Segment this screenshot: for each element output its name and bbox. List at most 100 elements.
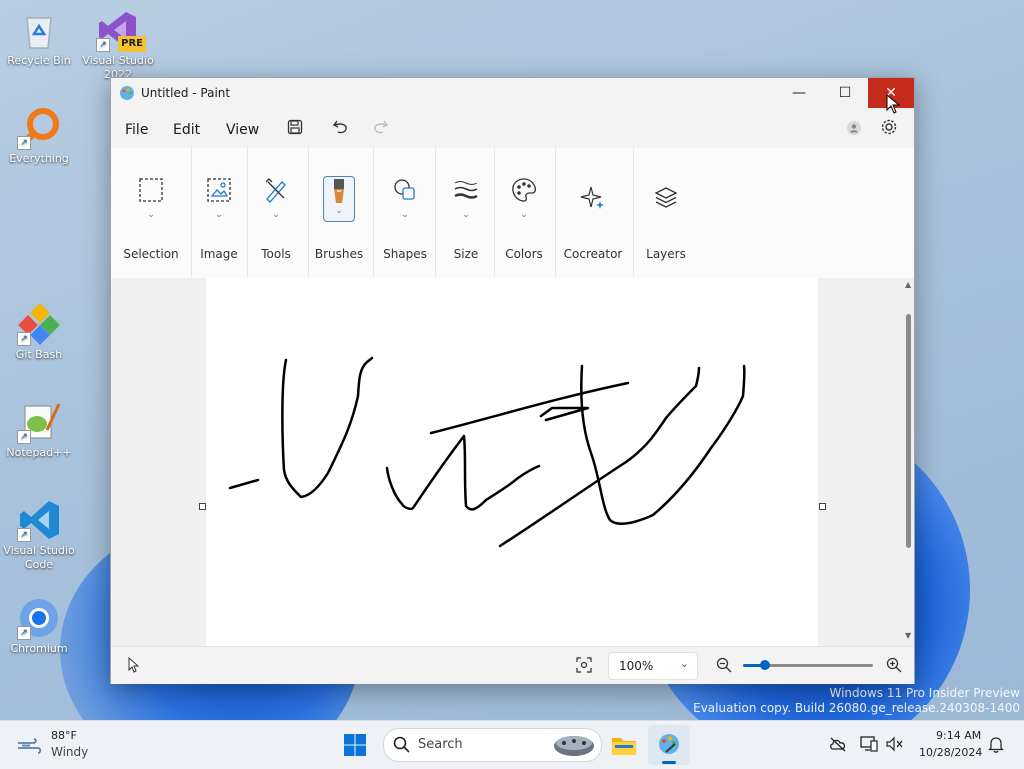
chevron-down-icon: ⌄ — [462, 210, 470, 220]
maximize-button[interactable]: ☐ — [822, 78, 868, 108]
vertical-scrollbar[interactable]: ▲ ▼ — [903, 278, 914, 646]
menu-bar: File Edit View — [111, 108, 914, 148]
weather-widget[interactable]: 88°F Windy — [14, 729, 114, 761]
drawing-canvas[interactable] — [206, 278, 818, 646]
search-placeholder: Search — [418, 737, 463, 752]
stroke-size-icon — [452, 176, 480, 204]
visual-studio-icon: ↗ PRE — [96, 8, 146, 52]
file-explorer-icon[interactable] — [611, 733, 637, 760]
pointer-icon — [127, 656, 140, 676]
desktop-icon-notepadpp[interactable]: ↗ Notepad++ — [1, 400, 77, 460]
ribbon-group-image[interactable]: ⌄ Image — [193, 148, 245, 278]
everything-search-icon: ↗ — [17, 106, 61, 150]
redo-icon[interactable] — [371, 118, 389, 139]
start-windows-icon[interactable] — [343, 733, 367, 760]
cocreator-sparkle-icon — [579, 184, 607, 212]
ribbon-group-brushes[interactable]: ⌄ Brushes — [311, 148, 367, 278]
tools-pencil-icon — [262, 176, 290, 204]
chevron-down-icon: ⌄ — [401, 210, 409, 220]
ribbon-group-selection[interactable]: ⌄ Selection — [119, 148, 183, 278]
chevron-down-icon: ⌄ — [272, 210, 280, 220]
ribbon-label: Layers — [646, 247, 686, 261]
zoom-in-icon[interactable] — [886, 657, 902, 676]
git-bash-icon: ↗ — [17, 302, 61, 346]
ribbon-label: Size — [453, 247, 479, 261]
ribbon-label: Tools — [261, 247, 291, 261]
ribbon-label: Selection — [123, 247, 179, 261]
recycle-bin-icon — [17, 8, 61, 52]
scribble-strokes — [228, 356, 746, 548]
account-icon[interactable] — [846, 120, 862, 139]
brush-selected-indicator: ⌄ — [323, 176, 355, 222]
chromium-icon: ↗ — [17, 596, 61, 640]
shortcut-arrow-icon: ↗ — [17, 332, 31, 346]
ribbon-group-tools[interactable]: ⌄ Tools — [251, 148, 301, 278]
network-cloud-icon[interactable] — [829, 736, 847, 755]
ribbon-label: Colors — [505, 247, 543, 261]
settings-gear-icon[interactable] — [880, 118, 898, 139]
notification-bell-icon[interactable] — [988, 736, 1004, 756]
notepadpp-icon: ↗ — [17, 400, 61, 444]
desktop-icon-everything[interactable]: ↗ Everything — [1, 106, 77, 166]
ribbon-divider — [494, 148, 495, 276]
zoom-slider[interactable] — [743, 660, 873, 670]
title-bar[interactable]: Untitled - Paint — ☐ ✕ — [111, 78, 914, 108]
scroll-down-arrow-icon[interactable]: ▼ — [905, 631, 911, 640]
search-highlight-icon — [552, 732, 596, 761]
watermark-line-1: Windows 11 Pro Insider Preview — [829, 686, 1020, 700]
zoom-dropdown[interactable]: 100% ⌄ — [608, 652, 698, 680]
shortcut-arrow-icon: ↗ — [17, 430, 31, 444]
taskbar-paint-button[interactable] — [648, 725, 690, 765]
weather-temp: 88°F — [51, 729, 77, 742]
desktop-icon-chromium[interactable]: ↗ Chromium — [1, 596, 77, 656]
ribbon-group-layers[interactable]: Layers — [637, 148, 695, 278]
display-icon[interactable] — [860, 735, 878, 756]
menu-edit[interactable]: Edit — [173, 122, 200, 138]
colors-palette-icon — [510, 176, 538, 204]
desktop-icon-label: Chromium — [10, 642, 68, 655]
ribbon-divider — [555, 148, 556, 276]
watermark-line-2: Evaluation copy. Build 26080.ge_release.… — [693, 701, 1020, 715]
ribbon-group-colors[interactable]: ⌄ Colors — [497, 148, 551, 278]
status-bar: 100% ⌄ — [111, 646, 914, 684]
ribbon-divider — [308, 148, 309, 276]
desktop-icon-label: Notepad++ — [6, 446, 72, 459]
fit-to-window-icon[interactable] — [576, 657, 592, 676]
desktop-icon-git-bash[interactable]: ↗ Git Bash — [1, 302, 77, 362]
zoom-out-icon[interactable] — [716, 657, 732, 676]
clock-time[interactable]: 9:14 AM — [936, 729, 981, 742]
ribbon-group-cocreator[interactable]: Cocreator — [559, 148, 627, 278]
chevron-down-icon: ⌄ — [147, 210, 155, 220]
resize-handle-right[interactable] — [819, 503, 826, 510]
ribbon-group-size[interactable]: ⌄ Size — [441, 148, 491, 278]
desktop-icon-label: Visual Studio Code — [3, 544, 75, 571]
chevron-down-icon: ⌄ — [335, 206, 343, 216]
shapes-icon — [391, 176, 419, 204]
paint-window: Untitled - Paint — ☐ ✕ File Edit View ⌄ — [110, 77, 915, 684]
desktop-icon-vscode[interactable]: ↗ Visual Studio Code — [1, 498, 77, 572]
active-app-indicator — [662, 761, 676, 764]
scrollbar-thumb[interactable] — [906, 314, 911, 548]
ribbon-group-shapes[interactable]: ⌄ Shapes — [377, 148, 433, 278]
clock-date[interactable]: 10/28/2024 — [919, 746, 982, 759]
menu-view[interactable]: View — [226, 122, 259, 138]
desktop-icon-visual-studio[interactable]: ↗ PRE Visual Studio 2022 — [80, 8, 156, 82]
shortcut-arrow-icon: ↗ — [17, 136, 31, 150]
window-title: Untitled - Paint — [141, 86, 231, 100]
resize-handle-left[interactable] — [199, 503, 206, 510]
save-icon[interactable] — [287, 119, 303, 138]
volume-muted-icon[interactable] — [886, 736, 904, 755]
selection-icon — [137, 176, 165, 204]
paint-app-icon — [119, 85, 135, 104]
image-icon — [205, 176, 233, 204]
paint-taskbar-icon — [657, 732, 681, 759]
desktop-icon-recycle-bin[interactable]: Recycle Bin — [1, 8, 77, 68]
zoom-slider-thumb[interactable] — [760, 660, 770, 670]
minimize-button[interactable]: — — [776, 78, 822, 108]
scroll-up-arrow-icon[interactable]: ▲ — [905, 280, 911, 289]
undo-icon[interactable] — [332, 118, 350, 139]
menu-file[interactable]: File — [125, 122, 148, 138]
wind-icon — [16, 737, 42, 758]
taskbar-search-box[interactable]: Search — [383, 728, 602, 762]
ribbon-label: Brushes — [314, 247, 364, 261]
